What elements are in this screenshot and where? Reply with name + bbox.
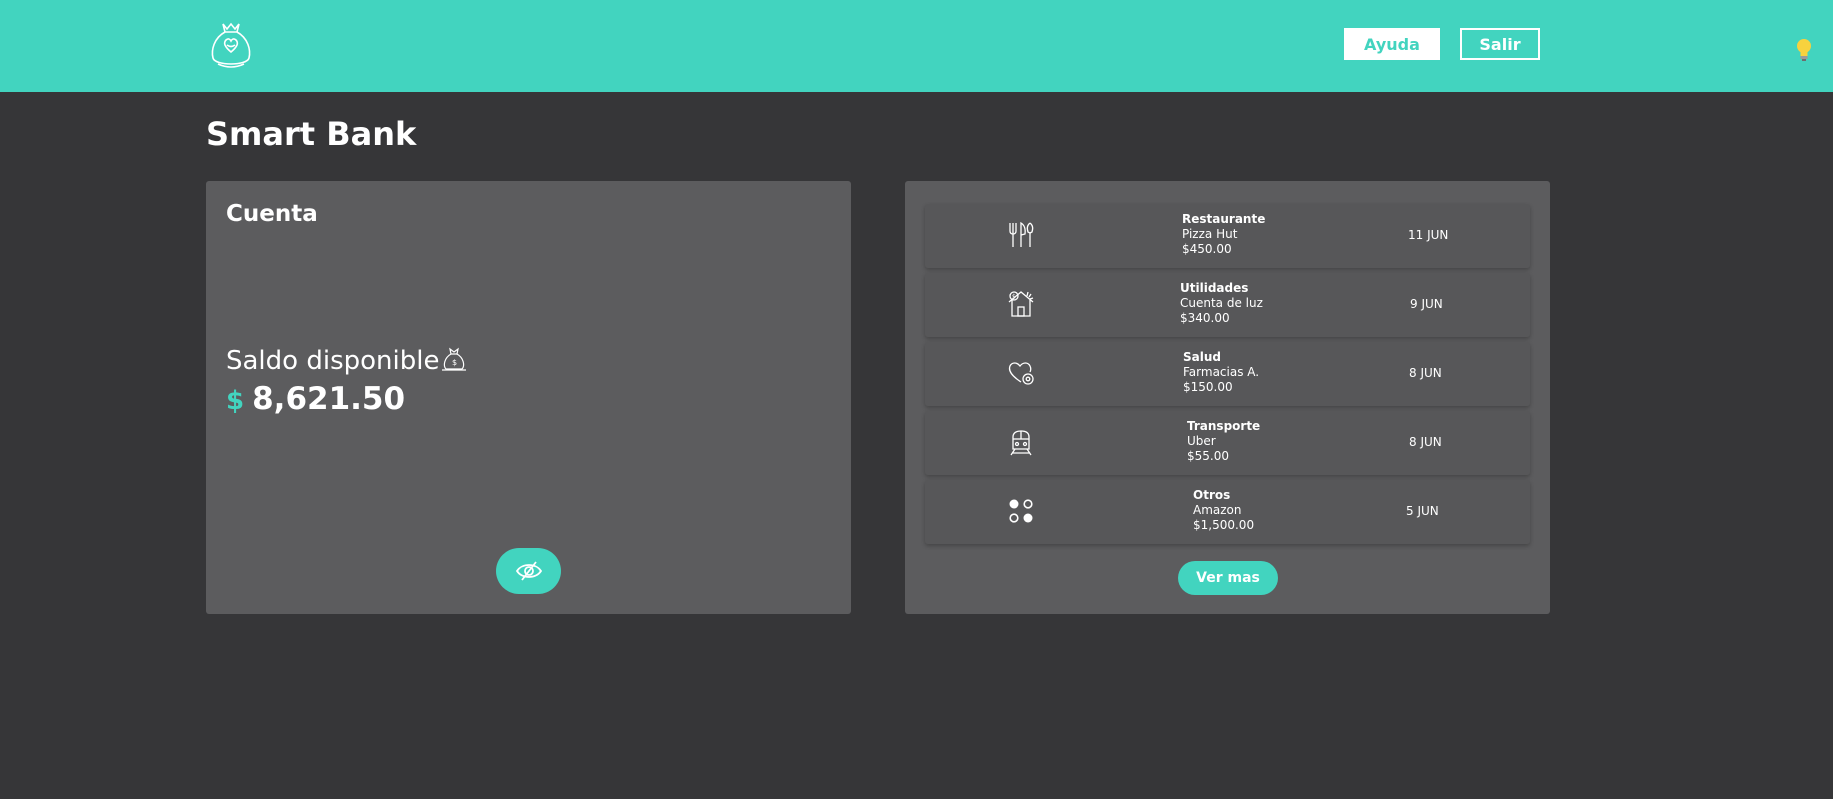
transaction-category: Salud	[1183, 350, 1221, 364]
transaction-date: 11 JUN	[1408, 228, 1449, 242]
see-more-button[interactable]: Ver mas	[1178, 561, 1278, 595]
transaction-date: 9 JUN	[1410, 297, 1443, 311]
train-icon	[1010, 430, 1032, 456]
balance-label: Saldo disponible	[226, 346, 440, 376]
transaction-merchant: Amazon	[1193, 503, 1242, 517]
balance-row: $8,621.50	[226, 381, 405, 417]
money-bag-icon: $	[442, 347, 467, 371]
transaction-details: Salud Farmacias A. $150.00	[1183, 350, 1259, 395]
transaction-row[interactable]: Otros Amazon $1,500.00 5 JUN	[925, 480, 1530, 544]
dots-grid-icon	[1009, 499, 1033, 523]
heart-health-icon	[1008, 362, 1034, 385]
transaction-amount: $450.00	[1182, 242, 1232, 256]
lightbulb-icon[interactable]	[1796, 38, 1812, 62]
money-bag-heart-icon[interactable]	[208, 20, 254, 70]
transaction-details: Otros Amazon $1,500.00	[1193, 488, 1254, 533]
top-header: Ayuda Salir	[0, 0, 1833, 92]
svg-text:$: $	[452, 358, 457, 367]
transaction-category: Otros	[1193, 488, 1231, 502]
help-button[interactable]: Ayuda	[1344, 28, 1440, 60]
eye-slash-icon	[515, 561, 542, 581]
transaction-amount: $150.00	[1183, 380, 1233, 394]
transaction-date: 5 JUN	[1406, 504, 1439, 518]
transactions-card: Restaurante Pizza Hut $450.00 11 JUN $ U…	[905, 181, 1550, 614]
exit-button[interactable]: Salir	[1460, 28, 1540, 60]
transaction-date: 8 JUN	[1409, 366, 1442, 380]
account-card: Cuenta Saldo disponible $ $8,621.50	[206, 181, 851, 614]
transaction-row[interactable]: Transporte Uber $55.00 8 JUN	[925, 411, 1530, 475]
transaction-merchant: Uber	[1187, 434, 1216, 448]
house-dollar-icon: $	[1008, 291, 1034, 317]
transaction-merchant: Cuenta de luz	[1180, 296, 1263, 310]
transaction-merchant: Farmacias A.	[1183, 365, 1260, 379]
transaction-details: Utilidades Cuenta de luz $340.00	[1180, 281, 1263, 326]
page-title: Smart Bank	[206, 115, 417, 153]
transaction-amount: $340.00	[1180, 311, 1230, 325]
transaction-row[interactable]: Salud Farmacias A. $150.00 8 JUN	[925, 342, 1530, 406]
balance-label-row: Saldo disponible $	[226, 346, 467, 376]
transaction-row[interactable]: $ Utilidades Cuenta de luz $340.00 9 JUN	[925, 273, 1530, 337]
toggle-balance-visibility-button[interactable]	[496, 548, 561, 594]
transaction-details: Transporte Uber $55.00	[1187, 419, 1260, 464]
fork-knife-icon	[1009, 221, 1034, 247]
transaction-category: Transporte	[1187, 419, 1261, 433]
svg-text:$: $	[1012, 294, 1016, 301]
transaction-row[interactable]: Restaurante Pizza Hut $450.00 11 JUN	[925, 204, 1530, 268]
currency-symbol: $	[226, 386, 245, 416]
transaction-amount: $55.00	[1187, 449, 1229, 463]
transaction-date: 8 JUN	[1409, 435, 1442, 449]
transaction-details: Restaurante Pizza Hut $450.00	[1182, 212, 1265, 257]
transaction-category: Utilidades	[1180, 281, 1249, 295]
account-title: Cuenta	[226, 201, 318, 227]
transaction-category: Restaurante	[1182, 212, 1266, 226]
transaction-amount: $1,500.00	[1193, 518, 1255, 532]
balance-amount: 8,621.50	[252, 381, 406, 417]
transaction-merchant: Pizza Hut	[1182, 227, 1238, 241]
